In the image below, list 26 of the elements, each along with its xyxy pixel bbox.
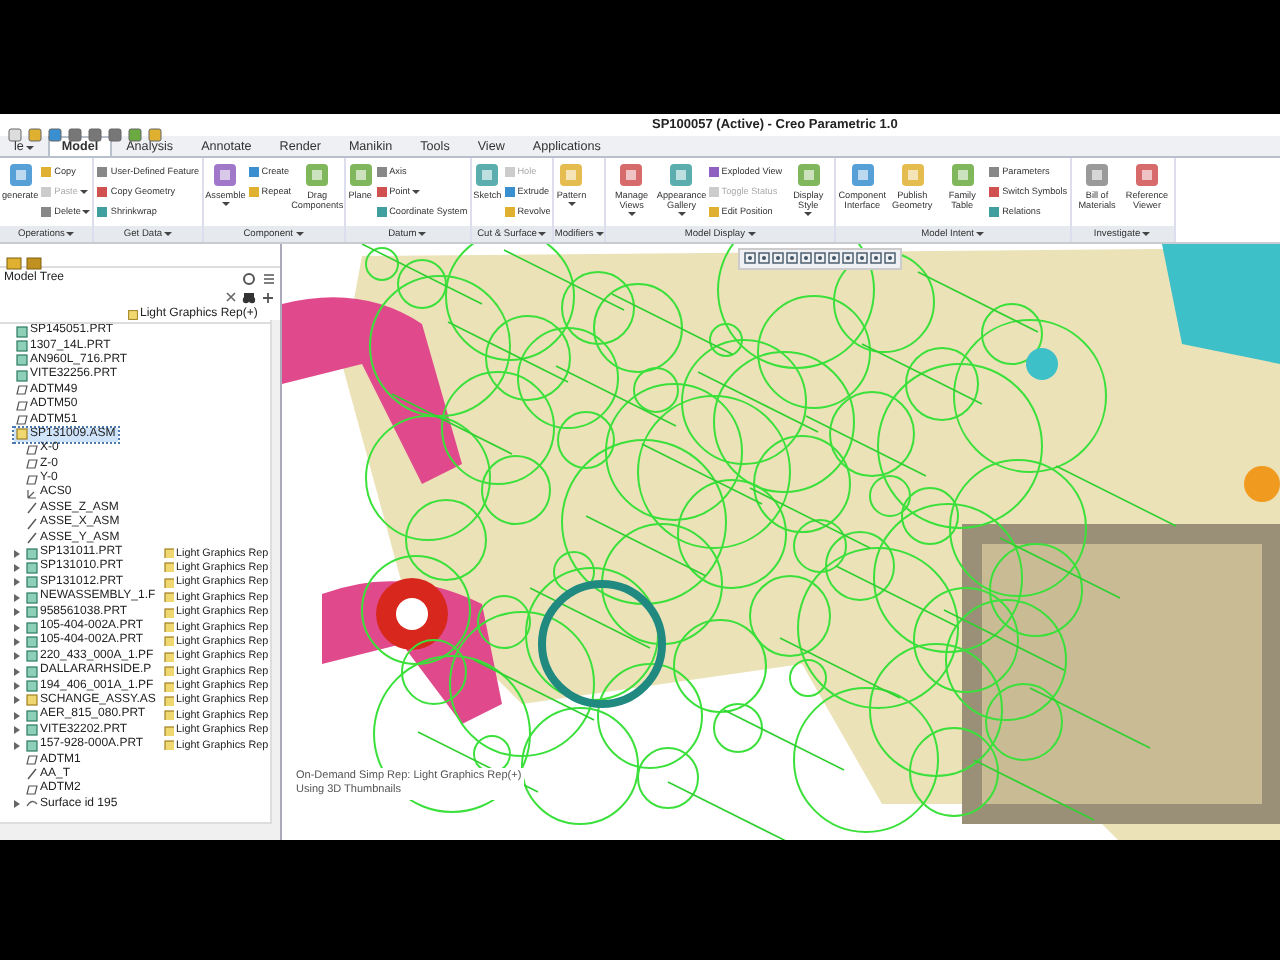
assembly-icon bbox=[26, 694, 38, 707]
view-toolbar-button[interactable] bbox=[842, 252, 854, 266]
assembly-icon bbox=[16, 428, 28, 441]
datum-plane-icon bbox=[26, 754, 38, 767]
view-toolbar-button[interactable] bbox=[744, 252, 756, 266]
view-toolbar-button[interactable] bbox=[772, 252, 784, 266]
view-toolbar-button[interactable] bbox=[828, 252, 840, 266]
view-toolbar-button[interactable] bbox=[758, 252, 770, 266]
cad-assembly-drawing[interactable] bbox=[282, 244, 1280, 840]
horizontal-scrollbar[interactable] bbox=[0, 822, 280, 840]
surface-icon bbox=[26, 798, 38, 811]
list-icon bbox=[262, 271, 276, 285]
view-toolbar-button[interactable] bbox=[870, 252, 882, 266]
binoculars-icon bbox=[242, 291, 256, 303]
view-toolbar-button[interactable] bbox=[786, 252, 798, 266]
axis-icon bbox=[26, 768, 38, 781]
coordinate-system-icon bbox=[26, 487, 38, 500]
datum-plane-icon bbox=[26, 783, 38, 796]
plus-icon bbox=[262, 291, 274, 303]
view-toolbar-button[interactable] bbox=[800, 252, 812, 266]
close-icon bbox=[226, 292, 236, 302]
rep-icon bbox=[128, 309, 138, 319]
vertical-scrollbar[interactable] bbox=[270, 320, 280, 824]
view-toolbar-button[interactable] bbox=[856, 252, 868, 266]
view-toolbar-button[interactable] bbox=[814, 252, 826, 266]
view-toolbar-button[interactable] bbox=[884, 252, 896, 266]
